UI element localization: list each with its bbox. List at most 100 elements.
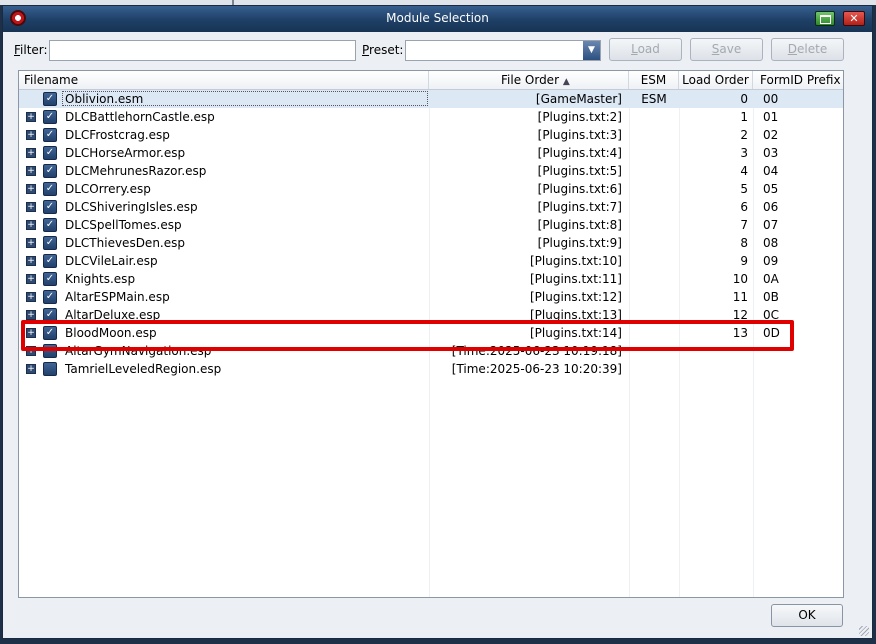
file-order-label: File Order xyxy=(501,73,559,87)
cell-file-order: [Time:2025-06-23 10:20:39] xyxy=(451,362,622,376)
cell-load-order: 2 xyxy=(740,128,748,142)
ok-button[interactable]: OK xyxy=(771,604,843,627)
expand-icon[interactable]: + xyxy=(26,310,36,320)
save-button[interactable]: Save xyxy=(690,38,763,61)
cell-formid-prefix: 07 xyxy=(763,218,779,232)
expand-icon[interactable]: + xyxy=(26,238,36,248)
expand-icon[interactable]: + xyxy=(26,220,36,230)
cell-esm: ESM xyxy=(641,92,667,106)
cell-filename: DLCOrrery.esp xyxy=(65,182,151,196)
expand-icon[interactable]: + xyxy=(26,274,36,284)
table-row[interactable]: + ✓ DLCVileLair.esp [Plugins.txt:10] 9 09 xyxy=(19,252,843,270)
cell-formid-prefix: 0B xyxy=(763,290,779,304)
cell-esm xyxy=(629,216,679,234)
maximize-button[interactable] xyxy=(815,11,835,26)
column-header-formid-prefix[interactable]: FormID Prefix xyxy=(753,71,843,89)
expand-icon[interactable]: + xyxy=(26,202,36,212)
table-row[interactable]: ✓ Oblivion.esm [GameMaster] ESM 0 00 xyxy=(19,90,843,108)
table-row[interactable]: + ✓ DLCShiveringIsles.esp [Plugins.txt:7] 6 0… xyxy=(19,198,843,216)
table-row[interactable]: + ✓ DLCFrostcrag.esp [Plugins.txt:3] 2 02 xyxy=(19,126,843,144)
expand-icon[interactable]: + xyxy=(26,256,36,266)
cell-file-order: [Plugins.txt:9] xyxy=(537,236,622,250)
column-header-load-order[interactable]: Load Order xyxy=(679,71,753,89)
cell-file-order: [Plugins.txt:11] xyxy=(530,272,622,286)
cell-file-order: [Plugins.txt:10] xyxy=(530,254,622,268)
expand-icon[interactable]: + xyxy=(26,364,36,374)
module-checkbox[interactable]: ✓ xyxy=(43,290,57,304)
module-checkbox[interactable] xyxy=(43,362,57,376)
cell-load-order: 6 xyxy=(740,200,748,214)
column-header-file-order[interactable]: File Order ▲ xyxy=(429,71,629,89)
cell-file-order: [Plugins.txt:4] xyxy=(537,146,622,160)
filter-label: Filter: xyxy=(14,43,48,57)
filter-input[interactable] xyxy=(49,40,356,61)
cell-file-order: [Plugins.txt:7] xyxy=(537,200,622,214)
resize-grip[interactable] xyxy=(859,626,869,636)
close-icon: ✕ xyxy=(849,12,859,25)
expand-icon[interactable]: + xyxy=(26,112,36,122)
expand-icon[interactable]: + xyxy=(26,166,36,176)
module-checkbox[interactable]: ✓ xyxy=(43,182,57,196)
cell-filename: DLCFrostcrag.esp xyxy=(65,128,170,142)
module-checkbox[interactable]: ✓ xyxy=(43,164,57,178)
chevron-down-icon[interactable]: ▼ xyxy=(583,41,600,60)
table-row[interactable]: + ✓ DLCSpellTomes.esp [Plugins.txt:8] 7 07 xyxy=(19,216,843,234)
module-checkbox[interactable]: ✓ xyxy=(43,200,57,214)
table-row[interactable]: + ✓ DLCBattlehornCastle.esp [Plugins.txt:2]… xyxy=(19,108,843,126)
table-row[interactable]: + ✓ DLCMehrunesRazor.esp [Plugins.txt:5] 4 04 xyxy=(19,162,843,180)
table-row[interactable]: + ✓ DLCThievesDen.esp [Plugins.txt:9] 8 08 xyxy=(19,234,843,252)
cell-file-order: [Plugins.txt:8] xyxy=(537,218,622,232)
cell-load-order: 1 xyxy=(740,110,748,124)
cell-formid-prefix: 04 xyxy=(763,164,779,178)
cell-load-order: 0 xyxy=(740,92,748,106)
module-checkbox[interactable]: ✓ xyxy=(43,272,57,286)
expand-icon[interactable]: + xyxy=(26,184,36,194)
close-button[interactable]: ✕ xyxy=(843,11,865,26)
table-row[interactable]: + ✓ DLCHorseArmor.esp [Plugins.txt:4] 3 03 xyxy=(19,144,843,162)
cell-load-order: 7 xyxy=(740,218,748,232)
cell-esm xyxy=(629,198,679,216)
cell-esm xyxy=(629,162,679,180)
column-header-esm[interactable]: ESM xyxy=(629,71,679,89)
sort-ascending-icon: ▲ xyxy=(562,77,570,87)
cell-load-order: 3 xyxy=(740,146,748,160)
module-checkbox[interactable]: ✓ xyxy=(43,128,57,142)
cell-filename: AltarESPMain.esp xyxy=(65,290,170,304)
module-checkbox[interactable]: ✓ xyxy=(43,92,57,106)
cell-formid-prefix: 09 xyxy=(763,254,779,268)
expand-icon[interactable]: + xyxy=(26,130,36,140)
cell-file-order: [GameMaster] xyxy=(535,92,622,106)
table-row[interactable]: + ✓ AltarESPMain.esp [Plugins.txt:12] 11 0B xyxy=(19,288,843,306)
cell-esm xyxy=(629,126,679,144)
module-checkbox[interactable]: ✓ xyxy=(43,146,57,160)
cell-load-order: 8 xyxy=(740,236,748,250)
cell-esm xyxy=(629,234,679,252)
cell-esm xyxy=(629,360,679,378)
cell-file-order: [Plugins.txt:3] xyxy=(537,128,622,142)
cell-esm xyxy=(629,288,679,306)
cell-file-order: [Plugins.txt:2] xyxy=(537,110,622,124)
cell-load-order: 11 xyxy=(732,290,748,304)
table-row[interactable]: + ✓ DLCOrrery.esp [Plugins.txt:6] 5 05 xyxy=(19,180,843,198)
cell-load-order: 10 xyxy=(732,272,748,286)
module-checkbox[interactable]: ✓ xyxy=(43,218,57,232)
module-checkbox[interactable]: ✓ xyxy=(43,254,57,268)
cell-filename: TamrielLeveledRegion.esp xyxy=(65,362,222,376)
cell-file-order: [Plugins.txt:12] xyxy=(530,290,622,304)
load-button[interactable]: Load xyxy=(609,38,682,61)
preset-dropdown[interactable]: ▼ xyxy=(405,40,601,61)
title-bar[interactable]: Module Selection ✕ xyxy=(3,6,872,32)
module-checkbox[interactable]: ✓ xyxy=(43,236,57,250)
delete-button[interactable]: Delete xyxy=(771,38,844,61)
cell-filename: DLCSpellTomes.esp xyxy=(65,218,182,232)
table-row[interactable]: + TamrielLeveledRegion.esp [Time:2025-06-2… xyxy=(19,360,843,378)
expand-icon[interactable]: + xyxy=(26,148,36,158)
cell-esm xyxy=(629,108,679,126)
table-row[interactable]: + ✓ Knights.esp [Plugins.txt:11] 10 0A xyxy=(19,270,843,288)
column-header-filename[interactable]: Filename xyxy=(19,71,429,89)
cell-filename: DLCHorseArmor.esp xyxy=(65,146,186,160)
cell-esm xyxy=(629,180,679,198)
module-checkbox[interactable]: ✓ xyxy=(43,110,57,124)
expand-icon[interactable]: + xyxy=(26,292,36,302)
cell-load-order: 4 xyxy=(740,164,748,178)
